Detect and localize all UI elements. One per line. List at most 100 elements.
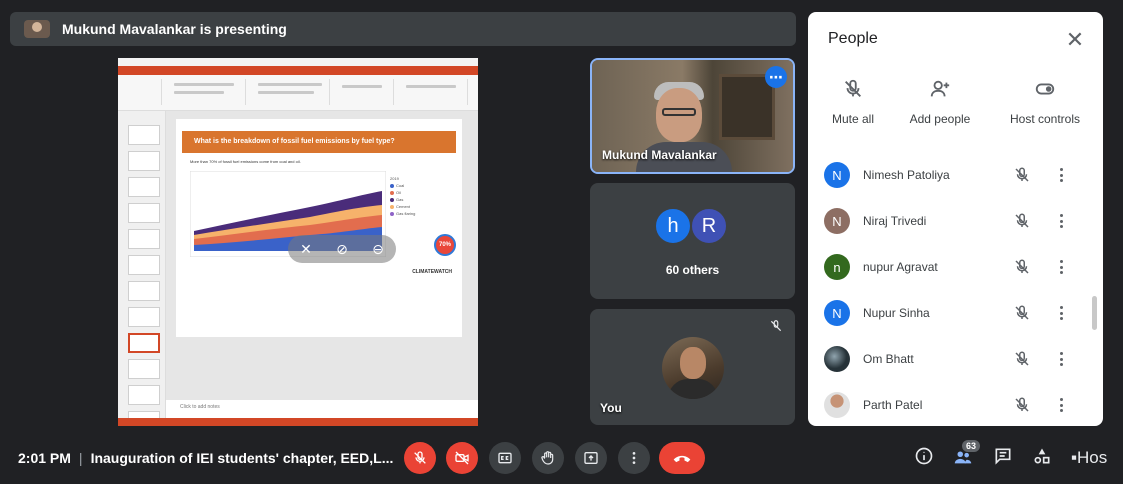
presenter-avatar <box>24 20 50 38</box>
mic-off-icon[interactable] <box>1013 304 1031 322</box>
slide-thumbnails <box>118 111 166 426</box>
host-controls-button[interactable]: Host controls <box>1008 78 1082 128</box>
host-controls-link[interactable]: ▪Hos <box>1071 448 1107 468</box>
remove-icon: ⊖ <box>372 240 384 257</box>
more-options-button[interactable] <box>618 442 650 474</box>
mic-off-icon <box>414 451 426 464</box>
legend-item: Oil <box>390 189 456 196</box>
more-vert-icon[interactable] <box>1056 258 1066 276</box>
percentage-badge: 70% <box>434 234 456 256</box>
ppt-titlebar <box>118 58 478 66</box>
people-panel: People ✕ Mute all Add people Host contro… <box>808 12 1103 426</box>
more-vert-icon[interactable] <box>1056 350 1066 368</box>
captions-button[interactable] <box>489 442 521 474</box>
avatar: n <box>824 254 850 280</box>
participant-name: nupur Agravat <box>863 260 938 274</box>
raise-hand-button[interactable] <box>532 442 564 474</box>
bottom-bar: 2:01 PM | Inauguration of IEI students' ch… <box>0 436 1123 484</box>
more-vert-icon[interactable] <box>1056 304 1066 322</box>
chart-legend: 2019 Coal Oil Gas Cement Gas flaring <box>390 175 456 235</box>
camera-off-icon <box>455 451 469 465</box>
avatar: N <box>824 162 850 188</box>
mic-off-icon[interactable] <box>1013 166 1031 184</box>
ppt-ribbon <box>118 75 478 111</box>
close-icon[interactable]: ✕ <box>1061 26 1089 54</box>
scrollbar[interactable] <box>1092 296 1097 330</box>
avatar <box>662 337 724 399</box>
mic-off-icon <box>845 79 861 97</box>
list-item[interactable]: Om Bhatt <box>808 336 1103 382</box>
list-item[interactable]: Parth Patel <box>808 382 1103 426</box>
self-name: You <box>600 401 622 415</box>
source-logo: CLIMATEWATCH <box>412 269 452 275</box>
avatar: N <box>824 208 850 234</box>
mute-all-button[interactable]: Mute all <box>830 78 876 128</box>
avatar <box>824 346 850 372</box>
presenting-label: Mukund Mavalankar is presenting <box>62 21 287 37</box>
presentation-stage: What is the breakdown of fossil fuel emi… <box>10 52 582 428</box>
mic-off-icon[interactable] <box>1013 350 1031 368</box>
add-person-icon <box>930 80 950 97</box>
presenting-bar: Mukund Mavalankar is presenting <box>10 12 796 46</box>
more-vert-icon <box>632 452 636 464</box>
hand-icon <box>541 451 554 465</box>
legend-item: Gas flaring <box>390 210 456 217</box>
more-vert-icon[interactable] <box>1056 396 1066 414</box>
participant-name: Parth Patel <box>863 398 923 412</box>
presenter-overlay-controls: ✕ ⊘ ⊖ <box>288 235 396 263</box>
slide-heading: What is the breakdown of fossil fuel emi… <box>182 131 456 153</box>
slide-bullet: More than 70% of fossil fuel emissions c… <box>190 159 301 164</box>
list-item[interactable]: N Niraj Trivedi <box>808 198 1103 244</box>
avatar: h <box>654 207 692 245</box>
speaker-tile[interactable]: ⋯ Mukund Mavalankar <box>590 58 795 174</box>
others-tile[interactable]: h R 60 others <box>590 183 795 299</box>
others-count: 60 others <box>665 263 720 277</box>
activities-icon[interactable] <box>1032 446 1052 466</box>
slide-editor: What is the breakdown of fossil fuel emi… <box>166 111 478 426</box>
more-options-icon[interactable]: ⋯ <box>765 66 787 88</box>
avatar <box>824 392 850 418</box>
mic-off-icon[interactable] <box>1013 258 1031 276</box>
more-vert-icon[interactable] <box>1056 166 1066 184</box>
meeting-title: Inauguration of IEI students' chapter, E… <box>90 450 394 466</box>
mic-toggle-button[interactable] <box>404 442 436 474</box>
others-avatars: h R <box>654 207 728 245</box>
more-vert-icon[interactable] <box>1056 212 1066 230</box>
avatar: R <box>690 207 728 245</box>
legend-title: 2019 <box>390 176 399 181</box>
captions-icon <box>498 452 512 464</box>
clock: 2:01 PM <box>18 450 71 466</box>
present-icon <box>584 452 598 464</box>
list-item[interactable]: N Nupur Sinha <box>808 290 1103 336</box>
speaker-name: Mukund Mavalankar <box>602 148 717 162</box>
toggle-icon <box>1035 83 1055 95</box>
people-button[interactable]: 63 <box>952 440 981 468</box>
shared-screen: What is the breakdown of fossil fuel emi… <box>118 58 478 426</box>
mic-off-icon[interactable] <box>1013 396 1031 414</box>
pin-icon: ✕ <box>300 240 312 257</box>
self-tile[interactable]: You <box>590 309 795 425</box>
mic-off-icon <box>770 320 782 332</box>
list-item[interactable]: N Nimesh Patoliya <box>808 152 1103 198</box>
mic-off-icon[interactable] <box>1013 212 1031 230</box>
participant-name: Om Bhatt <box>863 352 914 366</box>
mic-off-icon: ⊘ <box>336 240 348 257</box>
camera-toggle-button[interactable] <box>446 442 478 474</box>
people-count-badge: 63 <box>962 440 981 452</box>
meeting-details[interactable]: 2:01 PM | Inauguration of IEI students' ch… <box>18 450 393 466</box>
leave-call-button[interactable] <box>659 442 705 474</box>
legend-item: Gas <box>390 196 456 203</box>
list-item[interactable]: n nupur Agravat <box>808 244 1103 290</box>
present-button[interactable] <box>575 442 607 474</box>
participant-name: Niraj Trivedi <box>863 214 927 228</box>
participant-list: N Nimesh Patoliya N Niraj Trivedi n nupu… <box>808 152 1103 426</box>
add-people-button[interactable]: Add people <box>908 78 972 128</box>
ppt-ribbon-tabs <box>118 66 478 75</box>
meeting-details-icon[interactable] <box>914 446 934 466</box>
legend-item: Cement <box>390 203 456 210</box>
ppt-statusbar <box>118 418 478 426</box>
avatar: N <box>824 300 850 326</box>
hang-up-icon <box>673 455 691 463</box>
chat-icon[interactable] <box>993 446 1013 466</box>
panel-title: People <box>828 30 878 47</box>
